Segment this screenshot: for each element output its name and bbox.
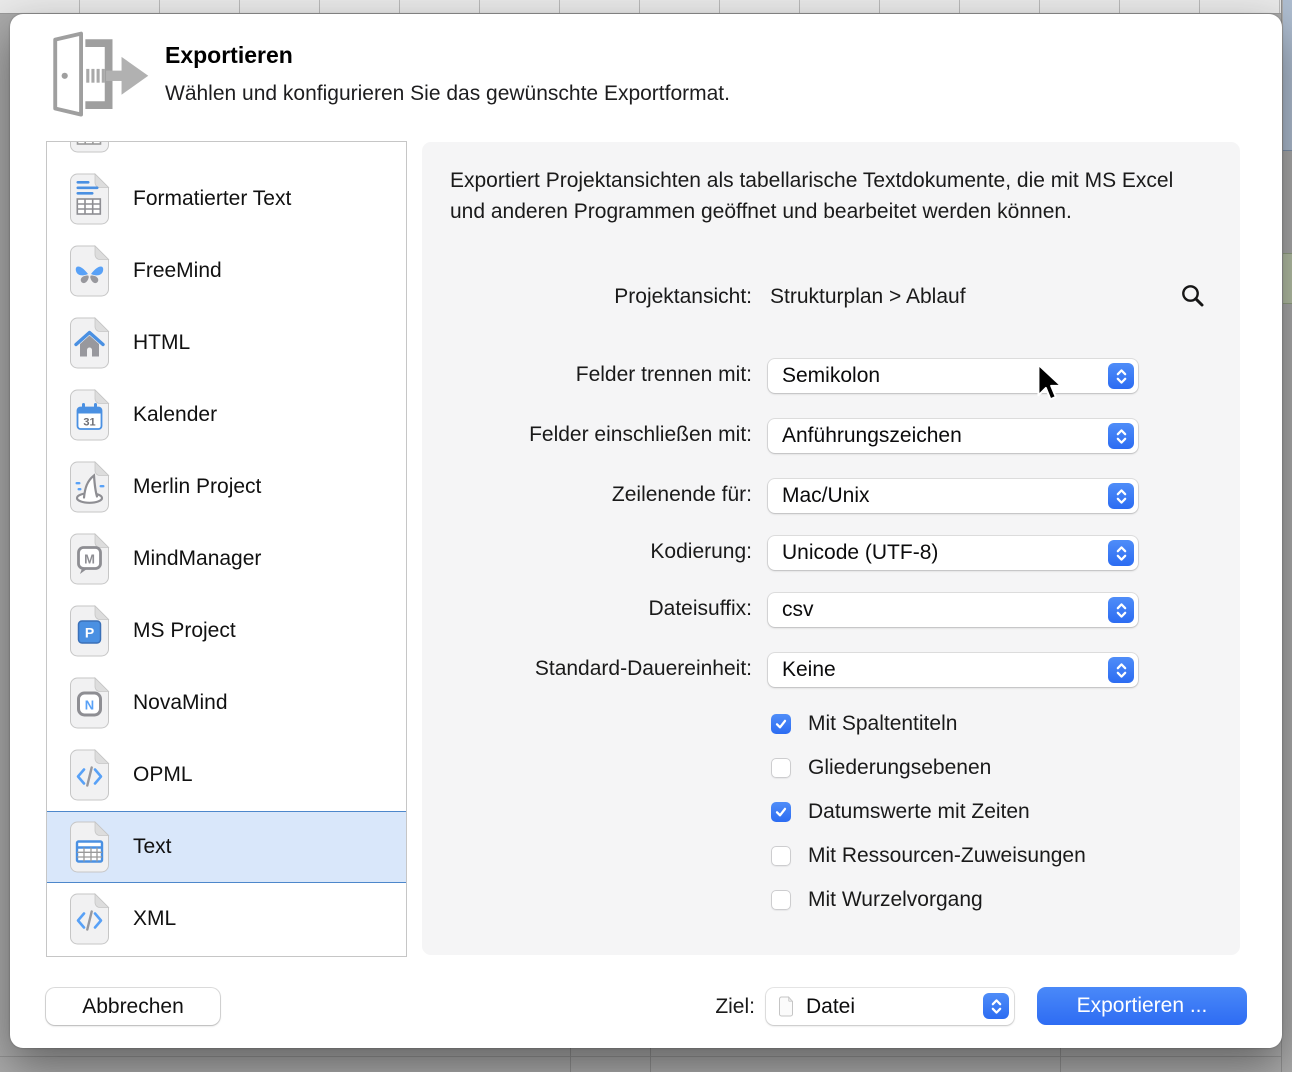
checkbox-row-mit-spaltentiteln: Mit Spaltentiteln — [771, 711, 957, 737]
checkbox-label: Mit Ressourcen-Zuweisungen — [808, 844, 1086, 868]
sidebar-item-merlin-project[interactable]: Merlin Project — [47, 451, 406, 523]
svg-text:31: 31 — [83, 417, 95, 429]
checkbox-row-mit-ressourcen-zuweisungen: Mit Ressourcen-Zuweisungen — [771, 843, 1086, 869]
speech-bubble-m-icon: M — [66, 532, 113, 586]
dialog-title: Exportieren — [165, 42, 293, 69]
checkbox-gliederungsebenen[interactable] — [771, 758, 791, 778]
stepper-icon — [1108, 657, 1134, 683]
checkbox-mit-spaltentiteln[interactable] — [771, 714, 791, 734]
document-grid-icon — [66, 141, 113, 154]
svg-text:N: N — [85, 698, 94, 713]
format-description: Exportiert Projektansichten als tabellar… — [450, 166, 1198, 227]
checkbox-mit-wurzelvorgang[interactable] — [771, 890, 791, 910]
checkbox-label: Gliederungsebenen — [808, 756, 991, 780]
sidebar-item-mindmanager[interactable]: M MindManager — [47, 523, 406, 595]
formatted-text-icon — [66, 172, 113, 226]
export-button[interactable]: Exportieren ... — [1037, 987, 1247, 1025]
checkbox-row-datumswerte-mit-zeiten: Datumswerte mit Zeiten — [771, 799, 1030, 825]
background-app-right-edge — [1281, 0, 1292, 1072]
sidebar-item-label: XML — [133, 907, 176, 931]
checkbox-label: Datumswerte mit Zeiten — [808, 800, 1030, 824]
sidebar-item-ms-project[interactable]: P MS Project — [47, 595, 406, 667]
sidebar-item-html[interactable]: HTML — [47, 307, 406, 379]
sidebar-item-kalender[interactable]: 31 Kalender — [47, 379, 406, 451]
checkbox-mit-ressourcen-zuweisungen[interactable] — [771, 846, 791, 866]
dropdown-standard-dauereinheit[interactable]: Keine — [768, 653, 1138, 687]
dropdown-value: csv — [782, 593, 814, 627]
file-icon — [778, 996, 794, 1017]
background-app-table-header — [0, 0, 1292, 14]
cancel-button[interactable]: Abbrechen — [46, 988, 220, 1025]
background-app-bottom — [0, 1048, 1292, 1072]
field-label-dateisuffix: Dateisuffix: — [430, 597, 752, 621]
screen: Exportieren Wählen und konfigurieren Sie… — [0, 0, 1292, 1072]
checkbox-label: Mit Spaltentiteln — [808, 712, 957, 736]
dropdown-dateisuffix[interactable]: csv — [768, 593, 1138, 627]
field-label-zeilenende-f-r: Zeilenende für: — [430, 483, 752, 507]
stepper-icon — [1108, 423, 1134, 449]
stepper-icon — [1108, 363, 1134, 389]
table-icon — [66, 820, 113, 874]
search-icon[interactable] — [1179, 282, 1207, 310]
stepper-icon — [1108, 540, 1134, 566]
field-label-standard-dauereinheit: Standard-Dauereinheit: — [430, 657, 752, 681]
target-label: Ziel: — [590, 995, 755, 1019]
field-label-felder-trennen-mit: Felder trennen mit: — [430, 363, 752, 387]
home-icon — [66, 316, 113, 370]
project-view-value: Strukturplan > Ablauf — [770, 285, 966, 309]
wizard-hat-icon — [66, 460, 113, 514]
stepper-icon — [1108, 483, 1134, 509]
project-view-label: Projektansicht: — [430, 285, 752, 309]
svg-text:M: M — [84, 552, 95, 567]
calendar-icon: 31 — [66, 388, 113, 442]
code-icon — [66, 748, 113, 802]
sidebar-item-label: Text — [133, 835, 172, 859]
code-icon — [66, 892, 113, 946]
field-label-felder-einschlie-en-mit: Felder einschließen mit: — [430, 423, 752, 447]
dialog-subtitle: Wählen und konfigurieren Sie das gewünsc… — [165, 82, 730, 106]
field-label-kodierung: Kodierung: — [430, 540, 752, 564]
export-dialog: Exportieren Wählen und konfigurieren Sie… — [10, 14, 1282, 1048]
export-format-list[interactable]: Formatierter Text FreeMind HTML 31 Kalender M… — [46, 141, 407, 957]
dropdown-value: Semikolon — [782, 359, 880, 393]
target-value: Datei — [806, 988, 855, 1025]
sidebar-item-label: Merlin Project — [133, 475, 261, 499]
sidebar-item-opml[interactable]: OPML — [47, 739, 406, 811]
target-dropdown[interactable]: Datei — [766, 988, 1014, 1025]
sidebar-item-label: MindManager — [133, 547, 261, 571]
sidebar-item-partial[interactable] — [47, 141, 406, 163]
stepper-icon — [1108, 597, 1134, 623]
dropdown-felder-trennen-mit[interactable]: Semikolon — [768, 359, 1138, 393]
dropdown-value: Keine — [782, 653, 836, 687]
sidebar-item-label: NovaMind — [133, 691, 228, 715]
checkbox-datumswerte-mit-zeiten[interactable] — [771, 802, 791, 822]
sidebar-item-label: FreeMind — [133, 259, 222, 283]
sidebar-item-label: OPML — [133, 763, 193, 787]
sidebar-item-formatierter-text[interactable]: Formatierter Text — [47, 163, 406, 235]
sidebar-item-text[interactable]: Text — [47, 811, 406, 883]
sidebar-item-novamind[interactable]: N NovaMind — [47, 667, 406, 739]
dropdown-value: Mac/Unix — [782, 479, 870, 513]
dropdown-kodierung[interactable]: Unicode (UTF-8) — [768, 536, 1138, 570]
dropdown-value: Anführungszeichen — [782, 419, 962, 453]
export-door-arrow-icon — [38, 31, 150, 119]
n-square-icon: N — [66, 676, 113, 730]
sidebar-item-freemind[interactable]: FreeMind — [47, 235, 406, 307]
sidebar-item-label: Formatierter Text — [133, 187, 291, 211]
stepper-icon — [983, 993, 1009, 1019]
sidebar-item-label: MS Project — [133, 619, 236, 643]
checkbox-label: Mit Wurzelvorgang — [808, 888, 983, 912]
svg-text:P: P — [85, 625, 94, 641]
dropdown-value: Unicode (UTF-8) — [782, 536, 938, 570]
dropdown-felder-einschlie-en-mit[interactable]: Anführungszeichen — [768, 419, 1138, 453]
options-panel: Exportiert Projektansichten als tabellar… — [422, 142, 1240, 955]
p-square-icon: P — [66, 604, 113, 658]
sidebar-item-label: Kalender — [133, 403, 217, 427]
butterfly-icon — [66, 244, 113, 298]
sidebar-item-label: HTML — [133, 331, 190, 355]
sidebar-item-xml[interactable]: XML — [47, 883, 406, 955]
checkbox-row-gliederungsebenen: Gliederungsebenen — [771, 755, 991, 781]
dropdown-zeilenende-f-r[interactable]: Mac/Unix — [768, 479, 1138, 513]
checkbox-row-mit-wurzelvorgang: Mit Wurzelvorgang — [771, 887, 983, 913]
